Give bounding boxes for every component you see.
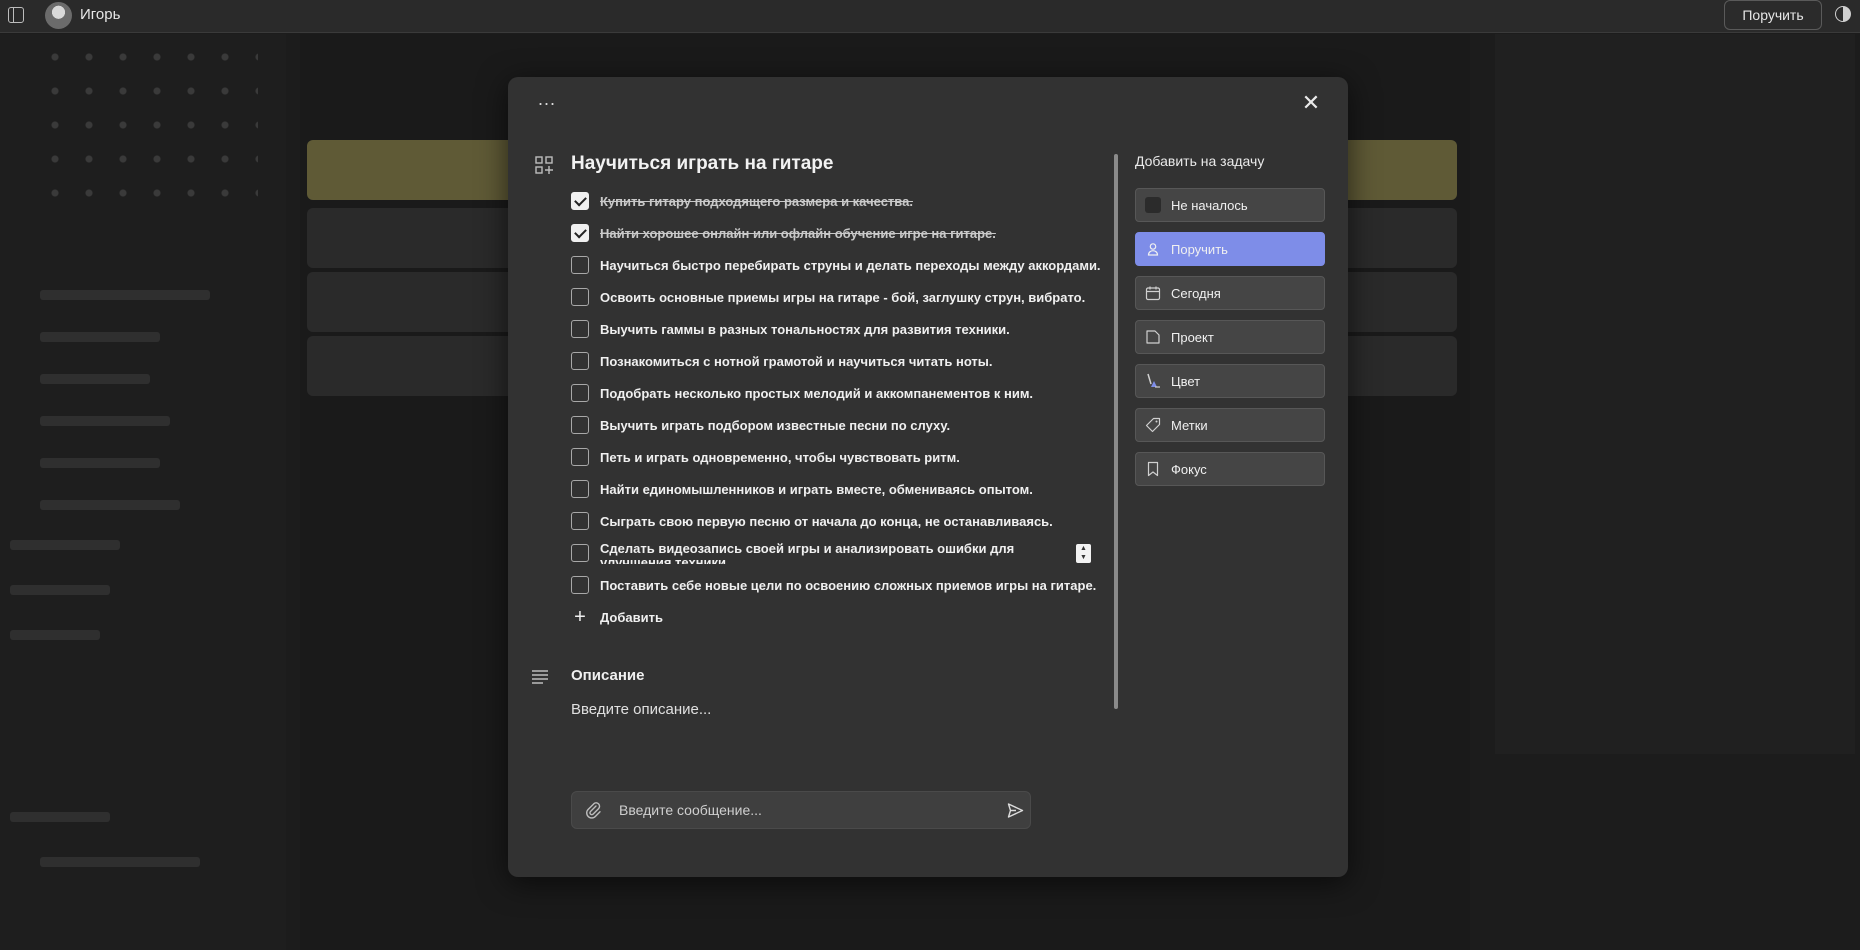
checkbox[interactable] [571, 256, 589, 274]
checklist-item[interactable]: Поставить себе новые цели по освоению сл… [571, 569, 1096, 601]
focus-button[interactable]: Фокус [1135, 452, 1325, 486]
checklist-item[interactable]: Познакомиться с нотной грамотой и научит… [571, 345, 1071, 377]
project-button[interactable]: Проект [1135, 320, 1325, 354]
top-bar: Игорь Поручить [0, 0, 1860, 33]
description-input[interactable]: Введите описание... [571, 701, 711, 718]
background-line [10, 585, 110, 595]
add-to-task-title: Добавить на задачу [1135, 153, 1265, 169]
checklist-item[interactable]: Подобрать несколько простых мелодий и ак… [571, 377, 1071, 409]
checklist-item[interactable]: Выучить играть подбором известные песни … [571, 409, 1071, 441]
description-icon [532, 670, 548, 684]
background-line [40, 332, 160, 342]
add-checklist-item-button[interactable]: + Добавить [571, 601, 1071, 633]
checkbox[interactable] [571, 512, 589, 530]
checkbox[interactable] [571, 576, 589, 594]
assign-label: Поручить [1171, 241, 1228, 257]
background-line [40, 416, 170, 426]
color-button[interactable]: Цвет [1135, 364, 1325, 398]
plus-icon: + [574, 606, 586, 628]
checklist-item-text[interactable]: Познакомиться с нотной грамотой и научит… [600, 354, 993, 369]
background-line [40, 857, 200, 867]
checkbox[interactable] [571, 384, 589, 402]
checklist-item[interactable]: Выучить гаммы в разных тональностях для … [571, 313, 1071, 345]
project-label: Проект [1171, 329, 1214, 345]
message-placeholder: Введите сообщение... [619, 802, 762, 818]
theme-toggle-icon[interactable] [1835, 6, 1851, 22]
checkbox[interactable] [571, 352, 589, 370]
checklist-icon [535, 156, 553, 174]
checklist-item-text[interactable]: Петь и играть одновременно, чтобы чувств… [600, 450, 960, 465]
checklist-item[interactable]: Освоить основные приемы игры на гитаре -… [571, 281, 1085, 313]
background-right-panel [1495, 34, 1855, 754]
background-calendar [38, 40, 258, 220]
checklist-item-text[interactable]: Сделать видеозапись своей игры и анализи… [600, 542, 1070, 564]
checklist: Купить гитару подходящего размера и каче… [571, 185, 1101, 633]
task-modal: ... ✕ Научиться играть на гитаре Купить … [508, 77, 1348, 877]
send-icon[interactable] [1007, 802, 1024, 819]
checklist-item-text[interactable]: Выучить гаммы в разных тональностях для … [600, 322, 1010, 337]
user-name: Игорь [80, 6, 121, 23]
checklist-item[interactable]: Купить гитару подходящего размера и каче… [571, 185, 1071, 217]
background-line [40, 374, 150, 384]
checkbox[interactable] [571, 544, 589, 562]
background-line [40, 500, 180, 510]
resize-stepper-icon[interactable]: ▲ ▼ [1076, 544, 1091, 563]
scrollbar[interactable] [1114, 154, 1118, 709]
checkbox[interactable] [571, 416, 589, 434]
checklist-item-editing[interactable]: Сделать видеозапись своей игры и анализи… [571, 537, 1091, 569]
checkbox[interactable] [571, 224, 589, 242]
description-title: Описание [571, 667, 645, 684]
paperclip-icon[interactable] [585, 801, 601, 819]
checkbox[interactable] [571, 192, 589, 210]
checklist-item[interactable]: Найти единомышленников и играть вместе, … [571, 473, 1071, 505]
checklist-item-text[interactable]: Найти хорошее онлайн или офлайн обучение… [600, 226, 996, 241]
close-button[interactable]: ✕ [1299, 91, 1323, 115]
checklist-item[interactable]: Найти хорошее онлайн или офлайн обучение… [571, 217, 1071, 249]
status-label: Не началось [1171, 197, 1248, 213]
avatar[interactable] [45, 2, 72, 29]
background-line [10, 630, 100, 640]
today-button[interactable]: Сегодня [1135, 276, 1325, 310]
assign-side-button[interactable]: Поручить [1135, 232, 1325, 266]
checklist-item-text[interactable]: Подобрать несколько простых мелодий и ак… [600, 386, 1033, 401]
color-label: Цвет [1171, 373, 1201, 389]
today-label: Сегодня [1171, 285, 1221, 301]
status-button[interactable]: Не началось [1135, 188, 1325, 222]
checklist-item[interactable]: Петь и играть одновременно, чтобы чувств… [571, 441, 1071, 473]
calendar-icon [1144, 284, 1162, 302]
checklist-item[interactable]: Сыграть свою первую песню от начала до к… [571, 505, 1071, 537]
checklist-item-text[interactable]: Сыграть свою первую песню от начала до к… [600, 514, 1053, 529]
checklist-item-text[interactable]: Купить гитару подходящего размера и каче… [600, 194, 913, 209]
assign-button[interactable]: Поручить [1724, 0, 1822, 30]
checkbox[interactable] [571, 448, 589, 466]
background-line [10, 812, 110, 822]
tags-label: Метки [1171, 417, 1208, 433]
checklist-item-text[interactable]: Выучить играть подбором известные песни … [600, 418, 950, 433]
checklist-item-text[interactable]: Поставить себе новые цели по освоению сл… [600, 578, 1096, 593]
checklist-item-text[interactable]: Найти единомышленников и играть вместе, … [600, 482, 1033, 497]
add-label: Добавить [600, 609, 663, 625]
message-input[interactable]: Введите сообщение... [571, 791, 1031, 829]
checkbox[interactable] [571, 320, 589, 338]
person-icon [1144, 240, 1162, 258]
background-line [40, 290, 210, 300]
focus-label: Фокус [1171, 461, 1207, 477]
status-square-icon [1144, 196, 1162, 214]
paint-icon [1144, 372, 1162, 390]
task-title[interactable]: Научиться играть на гитаре [571, 153, 833, 175]
checklist-item-text[interactable]: Научиться быстро перебирать струны и дел… [600, 258, 1101, 273]
folder-icon [1144, 328, 1162, 346]
tags-button[interactable]: Метки [1135, 408, 1325, 442]
checklist-item-text[interactable]: Освоить основные приемы игры на гитаре -… [600, 290, 1085, 305]
checklist-item[interactable]: Научиться быстро перебирать струны и дел… [571, 249, 1101, 281]
sidebar-toggle-icon[interactable] [8, 7, 24, 23]
bookmark-icon [1144, 460, 1162, 478]
background-line [10, 540, 120, 550]
more-options-button[interactable]: ... [538, 89, 556, 110]
background-line [40, 458, 160, 468]
checkbox[interactable] [571, 288, 589, 306]
checkbox[interactable] [571, 480, 589, 498]
tag-icon [1144, 416, 1162, 434]
